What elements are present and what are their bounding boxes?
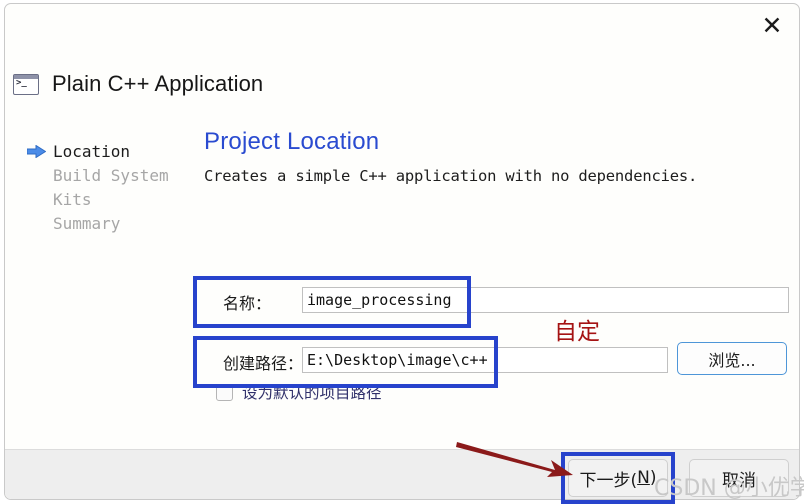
sidebar-item-location[interactable]: Location bbox=[27, 140, 197, 164]
sidebar-item-kits[interactable]: Kits bbox=[27, 188, 197, 212]
close-icon[interactable]: ✕ bbox=[755, 10, 789, 40]
next-button-label-end: ) bbox=[649, 468, 657, 488]
sidebar-item-build-system[interactable]: Build System bbox=[27, 164, 197, 188]
terminal-icon bbox=[13, 73, 39, 95]
next-button[interactable]: 下一步(N) bbox=[568, 459, 668, 497]
annotation-arrow-icon bbox=[456, 442, 573, 477]
wizard-dialog: ✕ Plain C++ Application Location Build S… bbox=[4, 3, 804, 504]
name-input[interactable]: image_processing bbox=[302, 287, 789, 313]
sidebar-item-label: Summary bbox=[53, 214, 121, 233]
path-input[interactable]: E:\Desktop\image\c++ bbox=[302, 347, 668, 373]
app-header: Plain C++ Application bbox=[13, 66, 263, 102]
sidebar-item-label: Build System bbox=[53, 166, 169, 185]
dialog-footer bbox=[5, 449, 799, 499]
app-title: Plain C++ Application bbox=[52, 71, 264, 96]
browse-button[interactable]: 浏览... bbox=[677, 342, 787, 375]
sidebar-item-label: Location bbox=[53, 142, 131, 161]
next-button-mnemonic: N bbox=[637, 468, 650, 488]
default-path-row[interactable]: 设为默认的项目路径 bbox=[216, 381, 382, 403]
sidebar-item-label: Kits bbox=[53, 190, 92, 209]
arrow-right-icon bbox=[27, 145, 46, 158]
default-path-checkbox[interactable] bbox=[216, 383, 233, 401]
name-field-label: 名称： bbox=[223, 294, 272, 313]
default-path-label: 设为默认的项目路径 bbox=[242, 384, 382, 402]
dialog-titlebar: ✕ bbox=[5, 4, 799, 50]
wizard-step-list: Location Build System Kits Summary bbox=[27, 140, 197, 236]
page-description: Creates a simple C++ application with no… bbox=[204, 167, 698, 185]
sidebar-item-summary[interactable]: Summary bbox=[27, 212, 197, 236]
annotation-note: 自定 bbox=[554, 319, 600, 345]
path-field-label: 创建路径： bbox=[223, 354, 304, 373]
cancel-button[interactable]: 取消 bbox=[689, 459, 789, 497]
page-title: Project Location bbox=[204, 128, 380, 155]
next-button-label: 下一步( bbox=[579, 470, 638, 491]
